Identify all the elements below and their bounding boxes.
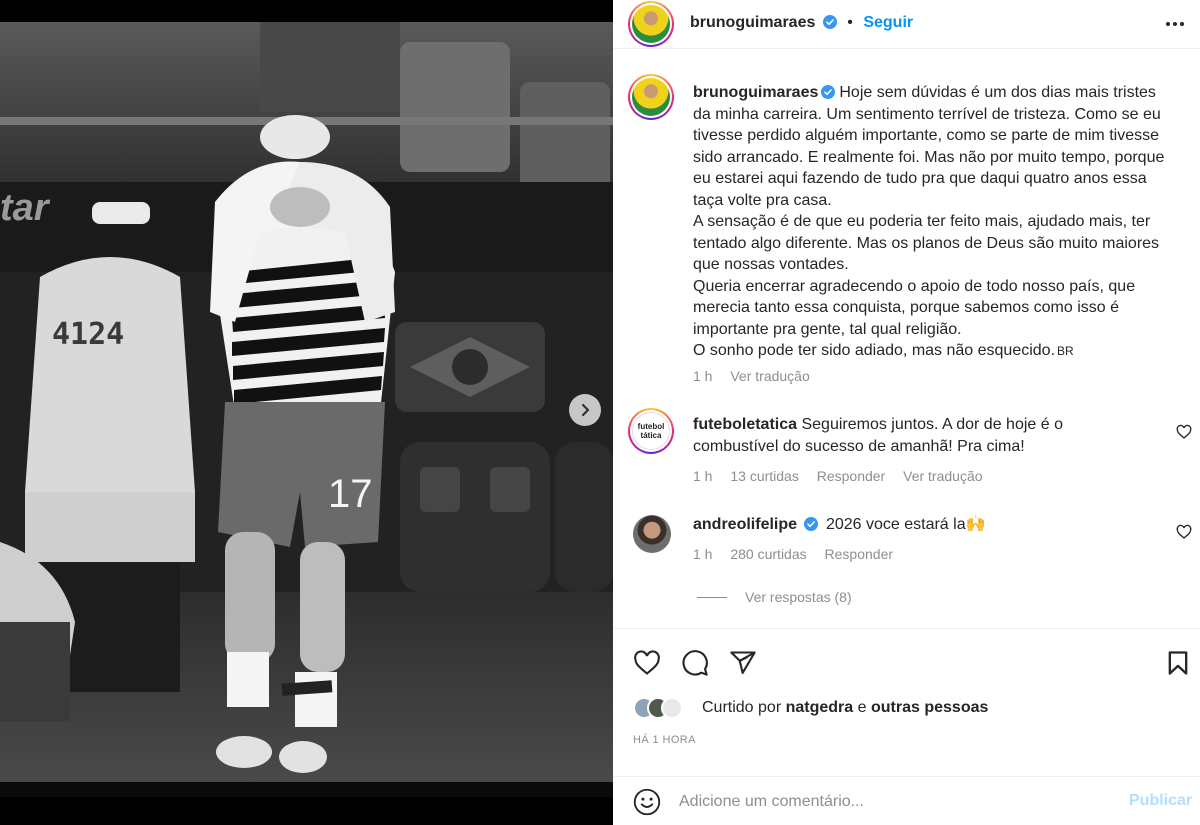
reply-link[interactable]: Responder xyxy=(825,546,894,562)
author-username[interactable]: brunoguimaraes xyxy=(690,14,815,31)
share-icon[interactable] xyxy=(729,649,757,677)
next-photo-button[interactable] xyxy=(569,394,601,426)
verified-icon xyxy=(822,15,837,29)
post-photo: tar 4124 17 xyxy=(0,22,613,797)
author-avatar[interactable] xyxy=(628,1,674,47)
comment-body: 2026 voce estará la🙌 xyxy=(825,516,986,533)
heart-icon[interactable] xyxy=(1176,524,1192,540)
futeboletatica-logo-text: futebol tática xyxy=(637,422,665,440)
post-media: tar 4124 17 xyxy=(0,0,613,825)
comment-username[interactable]: andreolifelipe xyxy=(693,516,797,533)
chevron-right-icon xyxy=(581,403,590,417)
caption-avatar[interactable] xyxy=(628,74,674,120)
liked-by-others[interactable]: outras pessoas xyxy=(871,699,988,716)
likes-row: Curtido por natgedra e outras pessoas xyxy=(613,692,1200,728)
post-header: brunoguimaraes • Seguir xyxy=(613,0,1200,49)
liked-by-prefix: Curtido por xyxy=(702,699,782,716)
caption-time: 1 h xyxy=(693,368,713,384)
post-timestamp[interactable]: HÁ 1 HORA xyxy=(633,734,696,746)
caption-body: Hoje sem dúvidas é um dos dias mais tris… xyxy=(693,84,1165,359)
reply-link[interactable]: Responder xyxy=(817,468,886,484)
comments-list[interactable]: brunoguimaraes Hoje sem dúvidas é um dos … xyxy=(613,62,1200,628)
liked-by-user[interactable]: natgedra xyxy=(786,699,854,716)
comment-input[interactable] xyxy=(679,789,1109,815)
more-options-icon[interactable] xyxy=(1162,12,1188,36)
action-bar xyxy=(613,628,1200,692)
post-caption: brunoguimaraes Hoje sem dúvidas é um dos … xyxy=(693,82,1173,363)
comment-likes[interactable]: 13 curtidas xyxy=(730,468,798,484)
comment-avatar[interactable] xyxy=(633,515,671,553)
publish-button[interactable]: Publicar xyxy=(1129,792,1192,810)
comment-time: 1 h xyxy=(693,468,713,484)
emoji-icon[interactable] xyxy=(633,788,661,816)
heart-icon[interactable] xyxy=(633,649,661,677)
translate-link[interactable]: Ver tradução xyxy=(903,468,982,484)
add-comment-bar: Publicar xyxy=(613,776,1200,825)
comment-avatar[interactable]: futebol tática xyxy=(628,408,674,454)
view-replies-button[interactable]: Ver respostas (8) xyxy=(697,589,852,605)
heart-icon[interactable] xyxy=(1176,424,1192,440)
post-side-panel: brunoguimaraes • Seguir brunoguimaraes Ho… xyxy=(613,0,1200,825)
verified-icon xyxy=(804,517,819,531)
bookmark-icon[interactable] xyxy=(1164,649,1192,677)
caption-meta: 1 h Ver tradução xyxy=(693,368,824,384)
comment-likes[interactable]: 280 curtidas xyxy=(730,546,806,562)
instagram-post-modal: tar 4124 17 brunoguimaraes • Seguir brun… xyxy=(0,0,1200,825)
comment-time: 1 h xyxy=(693,546,713,562)
comment-item: futeboletatica Seguiremos juntos. A dor … xyxy=(693,414,1133,458)
comment-username[interactable]: futeboletatica xyxy=(693,416,797,433)
comment-item: andreolifelipe 2026 voce estará la🙌 xyxy=(693,514,1133,536)
comment-icon[interactable] xyxy=(681,649,709,677)
caption-translate-link[interactable]: Ver tradução xyxy=(730,368,809,384)
comment-meta: 1 h 13 curtidas Responder Ver tradução xyxy=(693,468,997,484)
liked-by-conj: e xyxy=(857,699,867,716)
caption-username[interactable]: brunoguimaraes xyxy=(693,84,818,101)
separator-dot: • xyxy=(847,14,853,31)
flag-text: BR xyxy=(1057,344,1074,358)
follow-button[interactable]: Seguir xyxy=(863,14,913,31)
liked-by-avatars[interactable] xyxy=(633,697,697,721)
liked-by-text: Curtido por natgedra e outras pessoas xyxy=(702,699,988,717)
stadium-board-text: tar xyxy=(0,187,49,229)
view-replies-label: Ver respostas (8) xyxy=(745,589,852,605)
shorts-number: 17 xyxy=(328,472,373,516)
replies-divider xyxy=(697,596,727,598)
comment-meta: 1 h 280 curtidas Responder xyxy=(693,546,907,562)
vest-number: 4124 xyxy=(52,317,125,352)
verified-icon xyxy=(821,85,836,99)
